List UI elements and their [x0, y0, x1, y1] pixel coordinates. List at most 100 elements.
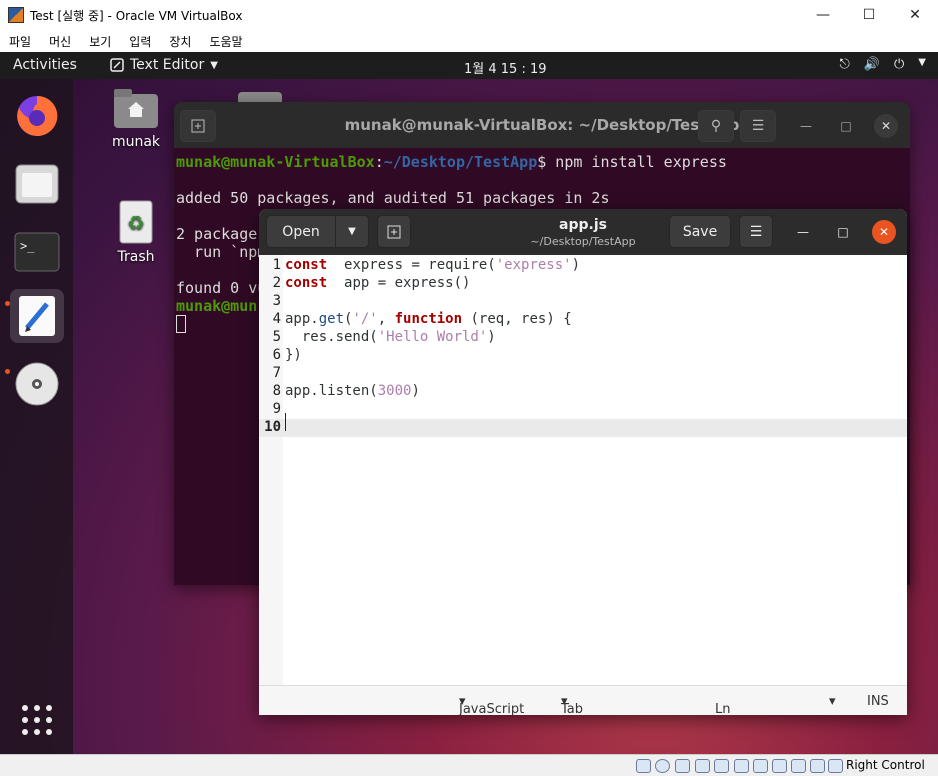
- terminal-line-run: run `npm: [176, 243, 267, 261]
- search-button[interactable]: ⚲: [698, 110, 734, 142]
- disc-icon[interactable]: [10, 357, 64, 411]
- home-folder-icon: [114, 89, 158, 128]
- mouse-integration-icon[interactable]: [810, 759, 825, 773]
- line-number: 7: [272, 365, 281, 381]
- vbox-titlebar: Test [실행 중] - Oracle VM VirtualBox — ☐ ✕: [0, 0, 938, 30]
- code-line[interactable]: 6}): [259, 347, 907, 365]
- insert-mode[interactable]: INS: [867, 694, 889, 709]
- clock[interactable]: 1월 4 15 : 19: [464, 58, 547, 77]
- close-icon: ✕: [878, 225, 890, 239]
- show-apps-icon[interactable]: [10, 693, 64, 747]
- keyboard-icon[interactable]: [828, 759, 843, 773]
- svg-text:>_: >_: [20, 239, 35, 253]
- files-icon[interactable]: [10, 157, 64, 211]
- code-line[interactable]: 1 const express = require('express'): [259, 257, 907, 275]
- terminal-cursor: [176, 315, 186, 333]
- host-key-label: Right Control: [846, 758, 925, 772]
- virtualbox-app-icon: [8, 7, 24, 23]
- volume-icon: 🔊: [863, 57, 880, 72]
- code-line[interactable]: 5 res.send('Hello World'): [259, 329, 907, 347]
- code-line[interactable]: 2 const app = express(): [259, 275, 907, 293]
- vbox-window-title: Test [실행 중] - Oracle VM VirtualBox: [30, 8, 243, 23]
- tab-width-selector[interactable]: Tab Width: 8 ▾: [561, 694, 583, 715]
- guest-screen: Activities Text Editor ▼ 1월 4 15 : 19 ⎋ …: [0, 52, 938, 754]
- text-editor-dock-icon[interactable]: [10, 289, 64, 343]
- trash-icon: ♻: [119, 200, 153, 244]
- optical-drive-icon[interactable]: [655, 759, 670, 773]
- vbox-statusbar: Right Control: [0, 754, 938, 776]
- code-line[interactable]: 10: [259, 419, 907, 437]
- usb-icon[interactable]: [714, 759, 729, 773]
- hamburger-icon: ☰: [751, 118, 765, 134]
- line-number: 3: [272, 293, 281, 309]
- terminal-headerbar: munak@munak-VirtualBox: ~/Desktop/TestAp…: [174, 102, 910, 148]
- line-number: 10: [264, 419, 281, 435]
- terminal-line-command: munak@munak-VirtualBox:~/Desktop/TestApp…: [176, 153, 727, 171]
- line-text: app.listen(3000): [285, 383, 420, 399]
- menu-file[interactable]: 파일: [0, 33, 40, 50]
- line-number: 2: [272, 275, 281, 291]
- editor-close-button[interactable]: ✕: [872, 220, 896, 244]
- system-tray[interactable]: ⎋ 🔊 ⏻ ▼: [840, 57, 926, 72]
- terminal-close-button[interactable]: ✕: [874, 114, 898, 138]
- line-number: 6: [272, 347, 281, 363]
- line-text: const app = express(): [285, 275, 471, 291]
- home-folder-label: munak: [111, 134, 161, 150]
- save-button[interactable]: Save: [669, 215, 731, 248]
- cpu-icon[interactable]: [791, 759, 806, 773]
- line-text: res.send('Hello World'): [285, 329, 496, 345]
- terminal-line-prompt: munak@mun: [176, 297, 258, 315]
- terminal-minimize-button[interactable]: —: [794, 114, 818, 138]
- line-number: 5: [272, 329, 281, 345]
- terminal-line-pkg: 2 package: [176, 225, 258, 243]
- menu-view[interactable]: 보기: [80, 33, 120, 50]
- power-icon: ⏻: [894, 57, 905, 72]
- terminal-maximize-button[interactable]: □: [834, 114, 858, 138]
- minimize-icon: —: [797, 225, 809, 239]
- code-area[interactable]: 1 const express = require('express') 2 cons…: [259, 255, 907, 685]
- trash-label: Trash: [117, 249, 155, 265]
- terminal-line-found: found 0 vu: [176, 279, 267, 297]
- chevron-down-icon[interactable]: ▾: [829, 694, 836, 709]
- editor-statusbar: JavaScript ▾ Tab Width: 8 ▾ Ln 10, Col 1…: [259, 685, 907, 715]
- code-line[interactable]: 3: [259, 293, 907, 311]
- editor-minimize-button[interactable]: —: [791, 220, 815, 244]
- text-cursor: [285, 413, 286, 431]
- language-selector[interactable]: JavaScript ▾: [459, 694, 524, 715]
- line-number: 8: [272, 383, 281, 399]
- code-line[interactable]: 8 app.listen(3000): [259, 383, 907, 401]
- code-line[interactable]: 9: [259, 401, 907, 419]
- search-icon: ⚲: [710, 118, 722, 134]
- menu-input[interactable]: 입력: [120, 33, 160, 50]
- activities-button[interactable]: Activities: [13, 57, 77, 73]
- audio-icon[interactable]: [675, 759, 690, 773]
- desktop-trash[interactable]: ♻ Trash: [108, 199, 164, 265]
- dock: >_: [0, 79, 73, 754]
- menu-machine[interactable]: 머신: [40, 33, 80, 50]
- vbox-menubar: 파일 머신 보기 입력 장치 도움말: [0, 30, 938, 52]
- firefox-icon[interactable]: [10, 89, 64, 143]
- minimize-icon[interactable]: —: [800, 0, 846, 30]
- editor-menu-button[interactable]: ☰: [739, 215, 773, 248]
- editor-headerbar: Open ▼ app.js ~/Desktop/TestApp Save ☰ —…: [259, 209, 907, 255]
- shared-folders-icon[interactable]: [734, 759, 749, 773]
- code-line[interactable]: 4 app.get('/', function (req, res) {: [259, 311, 907, 329]
- network-adapter-icon[interactable]: [695, 759, 710, 773]
- desktop-home-folder[interactable]: munak: [108, 88, 164, 150]
- editor-maximize-button[interactable]: □: [831, 220, 855, 244]
- app-menu[interactable]: Text Editor ▼: [110, 57, 218, 73]
- close-icon[interactable]: ✕: [892, 0, 938, 30]
- maximize-icon: □: [837, 225, 849, 239]
- menu-devices[interactable]: 장치: [160, 33, 200, 50]
- terminal-menu-button[interactable]: ☰: [740, 110, 776, 142]
- terminal-line-added: added 50 packages, and audited 51 packag…: [176, 189, 610, 207]
- app-menu-label: Text Editor: [130, 57, 205, 73]
- code-line[interactable]: 7: [259, 365, 907, 383]
- video-capture-icon[interactable]: [772, 759, 787, 773]
- display-icon[interactable]: [753, 759, 768, 773]
- chevron-down-icon: ▼: [918, 57, 926, 68]
- maximize-icon[interactable]: ☐: [846, 0, 892, 30]
- hard-disk-icon[interactable]: [636, 759, 651, 773]
- menu-help[interactable]: 도움말: [200, 33, 251, 50]
- terminal-icon[interactable]: >_: [10, 225, 64, 279]
